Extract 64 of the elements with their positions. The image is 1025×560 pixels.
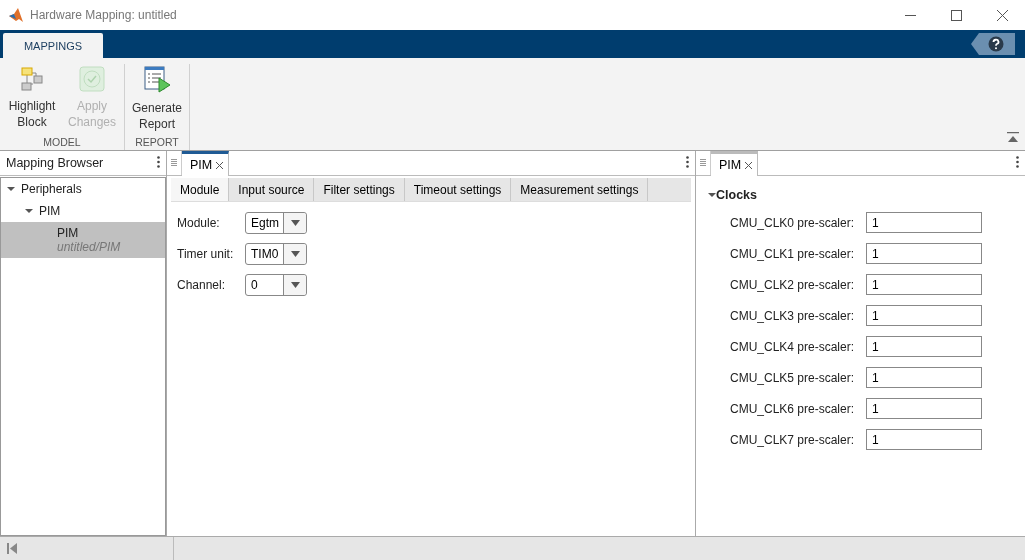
minimize-icon (904, 14, 916, 16)
dropdown[interactable]: TIM0 (245, 243, 307, 265)
document-tab[interactable]: PIM (711, 151, 759, 176)
more-options-icon (1016, 156, 1019, 168)
tree-item-label: PIM (39, 204, 61, 218)
maximize-icon (950, 9, 962, 21)
group-label: MODEL (42, 136, 82, 150)
field-label: CMU_CLK4 pre-scaler: (730, 339, 856, 354)
field-label: Channel: (177, 278, 227, 292)
input-field[interactable]: 1 (866, 243, 982, 264)
field-label: CMU_CLK1 pre-scaler: (730, 246, 856, 261)
tree-item-label: Peripherals (21, 182, 82, 196)
more-options-icon (157, 156, 160, 168)
collapse-icon[interactable] (25, 208, 33, 214)
field-label: CMU_CLK5 pre-scaler: (730, 370, 856, 385)
field-label: CMU_CLK3 pre-scaler: (730, 308, 856, 323)
check-icon (79, 66, 105, 92)
document-tab[interactable]: PIM (182, 151, 230, 176)
section-header: Clocks (716, 188, 757, 202)
field-label: CMU_CLK0 pre-scaler: (730, 215, 856, 230)
panel-title: Mapping Browser (5, 156, 105, 170)
field-label: CMU_CLK2 pre-scaler: (730, 277, 856, 292)
skip-to-start-icon[interactable] (7, 543, 17, 554)
tree-item[interactable]: Peripherals (1, 178, 165, 200)
more-options-icon (686, 156, 689, 168)
group-label: REPORT (134, 136, 180, 150)
report-icon (143, 66, 171, 94)
app-logo-icon (8, 7, 24, 23)
tree-item-label: PIM (57, 226, 80, 240)
field-label: Module: (177, 216, 221, 230)
collapse-icon[interactable] (708, 192, 716, 198)
collapse-icon (1007, 132, 1019, 143)
block-diagram-icon (19, 66, 45, 92)
collapse-icon[interactable] (7, 186, 15, 192)
help-icon (988, 36, 1004, 52)
dropdown-arrow-icon (290, 220, 300, 226)
close-icon[interactable] (744, 160, 754, 170)
input-field[interactable]: 1 (866, 367, 982, 388)
field-label: CMU_CLK6 pre-scaler: (730, 401, 856, 416)
input-field[interactable]: 1 (866, 336, 982, 357)
input-field[interactable]: 1 (866, 274, 982, 295)
ribbon-button[interactable]: Highlight Block (2, 64, 62, 136)
field-label: CMU_CLK7 pre-scaler: (730, 432, 856, 447)
dropdown-arrow-icon (290, 251, 300, 257)
grip-icon[interactable] (700, 159, 706, 167)
ribbon-tab[interactable]: MAPPINGS (3, 33, 103, 58)
tree-item-path: untitled/PIM (57, 240, 121, 254)
input-field[interactable]: 1 (866, 212, 982, 233)
input-field[interactable]: 1 (866, 305, 982, 326)
dropdown[interactable]: Egtm (245, 212, 307, 234)
grip-icon[interactable] (171, 159, 177, 167)
window-title: Hardware Mapping: untitled (30, 8, 178, 22)
settings-tab[interactable]: Module (171, 178, 230, 201)
field-label: Timer unit: (177, 247, 235, 261)
input-field[interactable]: 1 (866, 398, 982, 419)
close-icon[interactable] (215, 160, 225, 170)
dropdown[interactable]: 0 (245, 274, 307, 296)
help-button[interactable] (971, 33, 1015, 55)
close-icon (996, 9, 1008, 21)
tree-item[interactable]: PIM (1, 200, 165, 222)
ribbon-button[interactable]: Generate Report (127, 64, 187, 136)
input-field[interactable]: 1 (866, 429, 982, 450)
tree-item[interactable]: PIM untitled/PIM (1, 222, 165, 258)
dropdown-arrow-icon (290, 282, 300, 288)
